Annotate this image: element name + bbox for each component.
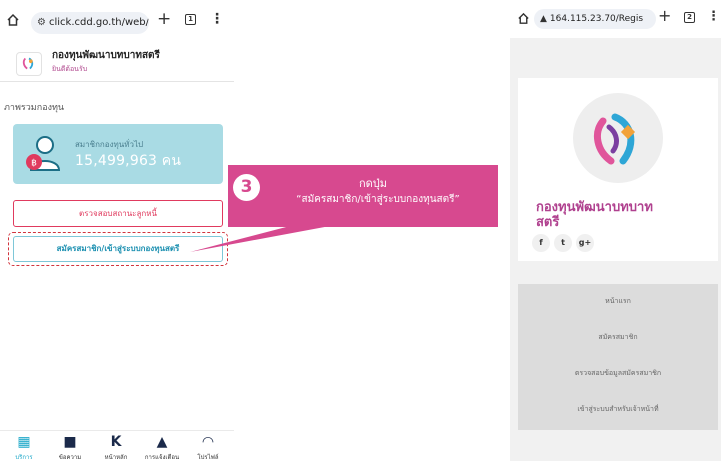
site-settings-icon[interactable]: ⚙ — [37, 17, 46, 28]
address-bar[interactable]: ▲ 164.115.23.70/Regis — [534, 9, 656, 29]
grid-icon: ▦ — [17, 434, 31, 450]
nav-item-notifications[interactable]: ▲ การแจ้งเตือน — [140, 434, 184, 461]
site-header: กองทุนพัฒนาบทบาทสตรี ยินดีต้อนรับ — [0, 40, 234, 82]
menu-item-staff-login[interactable]: เข้าสู่ระบบสำหรับเจ้าหน้าที่ — [518, 404, 718, 415]
address-bar[interactable]: ⚙ click.cdd.go.th/web/ — [31, 12, 149, 34]
nav-label: ข้อความ — [58, 454, 82, 461]
tab-switcher-icon[interactable]: 2 — [684, 12, 695, 23]
site-title: กองทุนพัฒนาบทบาทสตรี — [52, 50, 160, 61]
menu-item-home[interactable]: หน้าแรก — [518, 296, 718, 307]
right-phone-screen: ▲ 164.115.23.70/Regis + 2 ⋮ กองทุนพัฒนาบท… — [510, 0, 721, 461]
google-plus-icon[interactable]: g+ — [576, 234, 594, 252]
callout-line-1: กดปุ่ม — [358, 177, 388, 190]
nav-item-services[interactable]: ▦ บริการ — [2, 434, 46, 461]
nav-item-messages[interactable]: ■ ข้อความ — [48, 434, 92, 461]
bell-icon: ▲ — [156, 434, 168, 450]
address-text: 164.115.23.70/Regis — [549, 14, 644, 24]
profile-icon: ◠ — [201, 434, 215, 450]
member-stats-card: ฿ สมาชิกกองทุนทั่วไป 15,499,963 คน — [13, 124, 223, 184]
home-icon[interactable] — [517, 12, 530, 25]
more-menu-icon[interactable]: ⋮ — [210, 11, 224, 27]
new-tab-icon[interactable]: + — [157, 9, 171, 29]
nav-label: บริการ — [15, 454, 33, 461]
tab-switcher-icon[interactable]: 1 — [185, 14, 196, 25]
check-debtor-status-button[interactable]: ตรวจสอบสถานะลูกหนี้ — [13, 200, 223, 227]
menu-item-register[interactable]: สมัครสมาชิก — [518, 332, 718, 343]
menu-item-check-registration[interactable]: ตรวจสอบข้อมูลสมัครสมาชิก — [518, 368, 718, 379]
site-menu: หน้าแรก สมัครสมาชิก ตรวจสอบข้อมูลสมัครสม… — [518, 284, 718, 430]
bottom-nav: ▦ บริการ ■ ข้อความ K หน้าหลัก ▲ การแจ้งเ… — [0, 430, 234, 461]
more-menu-icon[interactable]: ⋮ — [707, 9, 720, 24]
nav-item-profile[interactable]: ◠ โปรไฟล์ — [186, 434, 230, 461]
instruction-callout: 3 กดปุ่ม “สมัครสมาชิก/เข้าสู่ระบบกองทุนส… — [228, 165, 498, 227]
brand-line-2: สตรี — [536, 215, 560, 230]
svg-text:฿: ฿ — [31, 159, 37, 169]
stats-value: 15,499,963 คน — [75, 153, 182, 169]
home-icon[interactable] — [6, 13, 20, 27]
nav-label: โปรไฟล์ — [197, 454, 219, 461]
browser-toolbar: ⚙ click.cdd.go.th/web/ + 1 ⋮ — [0, 0, 234, 40]
not-secure-warning-icon[interactable]: ▲ — [540, 14, 547, 24]
nav-item-home[interactable]: K หน้าหลัก — [94, 434, 138, 461]
left-phone-screen: ⚙ click.cdd.go.th/web/ + 1 ⋮ กองทุนพัฒนาบ… — [0, 0, 234, 461]
chat-icon: ■ — [63, 434, 77, 450]
brand-name: กองทุนพัฒนาบทบาท สตรี — [536, 200, 696, 230]
browser-toolbar: ▲ 164.115.23.70/Regis + 2 ⋮ — [510, 0, 721, 38]
site-subtitle: ยินดีต้อนรับ — [52, 65, 88, 73]
nav-label: การแจ้งเตือน — [144, 454, 180, 461]
logo-circle — [573, 93, 663, 183]
facebook-icon[interactable]: f — [532, 234, 550, 252]
brand-card: กองทุนพัฒนาบทบาท สตรี f t g+ — [518, 78, 718, 261]
nav-label: หน้าหลัก — [104, 454, 128, 461]
register-login-button[interactable]: สมัครสมาชิก/เข้าสู่ระบบกองทุนสตรี — [13, 236, 223, 262]
section-label: ภาพรวมกองทุน — [4, 103, 65, 113]
k-logo-icon: K — [110, 434, 122, 450]
members-icon: ฿ — [26, 136, 61, 171]
callout-line-2: “สมัครสมาชิก/เข้าสู่ระบบกองทุนสตรี” — [296, 194, 460, 205]
fund-logo-icon — [16, 52, 42, 76]
new-tab-icon[interactable]: + — [658, 6, 671, 25]
brand-line-1: กองทุนพัฒนาบทบาท — [536, 200, 653, 215]
address-text: click.cdd.go.th/web/ — [48, 17, 149, 28]
fund-logo-icon — [593, 113, 636, 165]
twitter-icon[interactable]: t — [554, 234, 572, 252]
